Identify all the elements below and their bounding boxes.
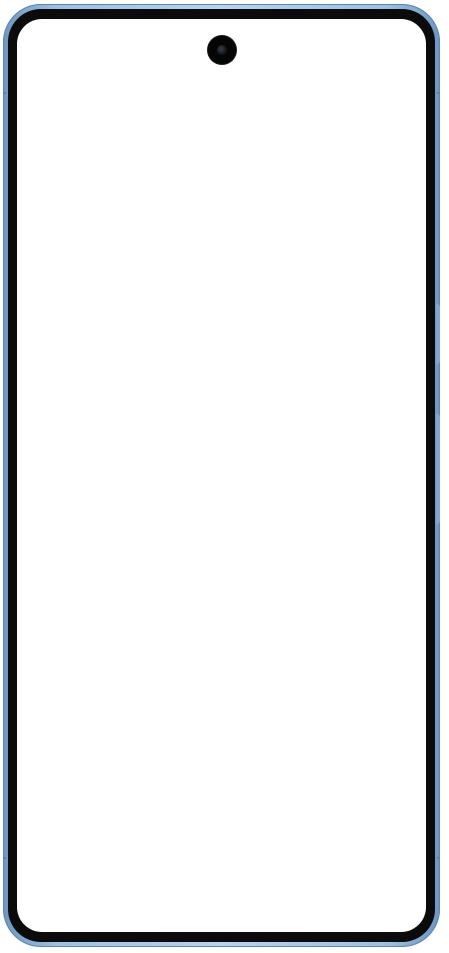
antenna-line [3,92,6,94]
volume-button[interactable] [436,304,440,364]
antenna-line [437,92,440,94]
page [0,0,449,953]
power-button[interactable] [436,414,440,524]
phone-screen[interactable] [17,19,426,932]
phone-frame [3,4,440,947]
phone-bezel [8,9,435,942]
antenna-line [3,857,6,859]
antenna-line [437,857,440,859]
front-camera-icon [207,36,236,64]
